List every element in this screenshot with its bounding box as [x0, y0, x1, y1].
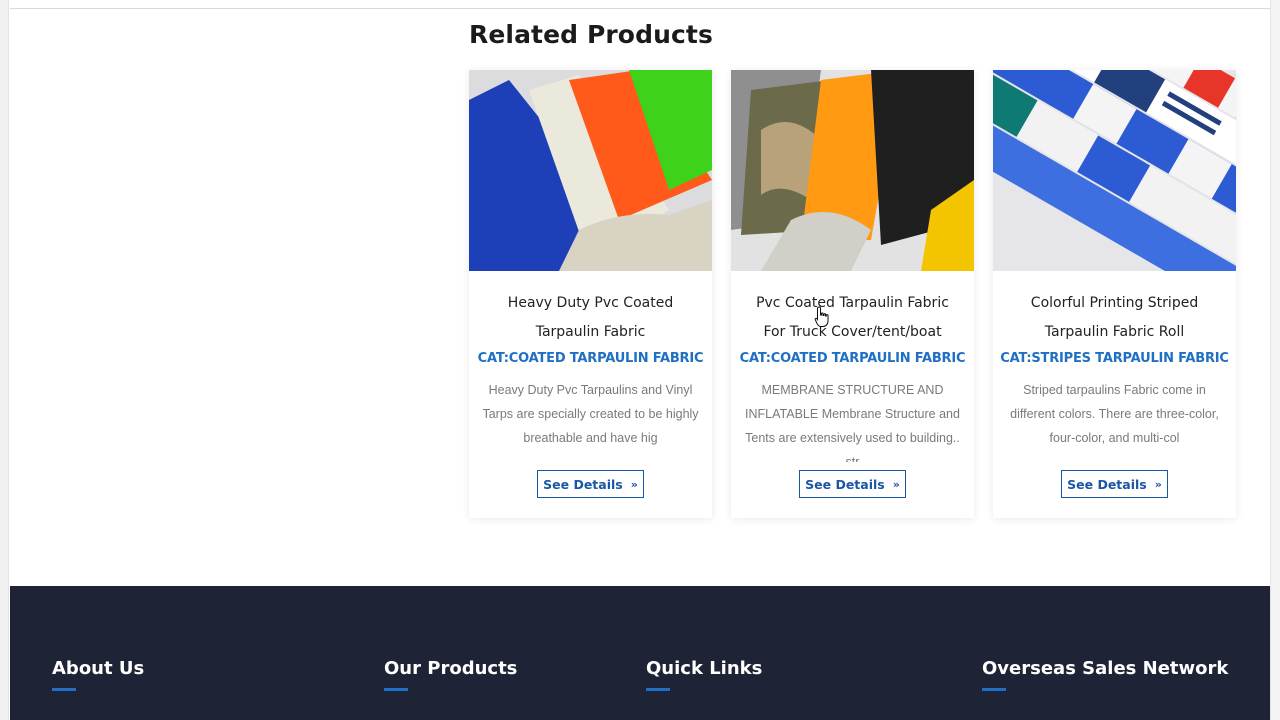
heading-underline [52, 688, 76, 691]
chevron-double-right-icon: » [630, 477, 638, 491]
see-details-label: See Details [1067, 476, 1147, 492]
product-title-line[interactable]: Tarpaulin Fabric [477, 318, 704, 347]
footer-column-products: Our Products [384, 658, 517, 691]
product-title-line[interactable]: Heavy Duty Pvc Coated [477, 289, 704, 318]
product-description: MEMBRANE STRUCTURE AND INFLATABLE Membra… [745, 383, 960, 462]
heading-underline [982, 688, 1006, 691]
page: Related Products Heavy Duty Pvc Coated T… [0, 0, 1280, 720]
product-title[interactable]: Pvc Coated Tarpaulin Fabric For Truck Co… [739, 289, 966, 346]
see-details-label: See Details [543, 476, 623, 492]
product-title-line[interactable]: For Truck Cover/tent/boat [739, 318, 966, 347]
footer-heading: Overseas Sales Network [982, 658, 1229, 679]
see-details-button[interactable]: See Details » [799, 470, 906, 498]
product-title-line[interactable]: Tarpaulin Fabric Roll [1001, 318, 1228, 347]
product-card[interactable]: Colorful Printing Striped Tarpaulin Fabr… [993, 70, 1236, 518]
product-image[interactable] [993, 70, 1236, 271]
product-description: Heavy Duty Pvc Tarpaulins and Vinyl Tarp… [482, 383, 699, 445]
heading-underline [384, 688, 408, 691]
product-image[interactable] [469, 70, 712, 271]
product-title-line[interactable]: Colorful Printing Striped [1001, 289, 1228, 318]
window-left-edge [0, 0, 9, 720]
see-details-label: See Details [805, 476, 885, 492]
see-details-button[interactable]: See Details » [1061, 470, 1168, 498]
product-image[interactable] [731, 70, 974, 271]
footer-column-about: About Us [52, 658, 144, 691]
chevron-double-right-icon: » [1154, 477, 1162, 491]
footer-heading: About Us [52, 658, 145, 679]
product-card[interactable]: Pvc Coated Tarpaulin Fabric For Truck Co… [731, 70, 974, 518]
heading-underline [646, 688, 670, 691]
footer-column-links: Quick Links [646, 658, 762, 691]
product-title-line[interactable]: Pvc Coated Tarpaulin Fabric [739, 289, 966, 318]
top-divider [10, 8, 1270, 9]
footer-heading: Quick Links [646, 658, 763, 679]
product-category[interactable]: CAT:COATED TARPAULIN FABRIC [731, 351, 974, 366]
see-details-button[interactable]: See Details » [537, 470, 644, 498]
product-title[interactable]: Colorful Printing Striped Tarpaulin Fabr… [1001, 289, 1228, 346]
product-title[interactable]: Heavy Duty Pvc Coated Tarpaulin Fabric [477, 289, 704, 346]
chevron-double-right-icon: » [892, 477, 900, 491]
product-category[interactable]: CAT:COATED TARPAULIN FABRIC [469, 351, 712, 366]
footer-column-network: Overseas Sales Network [982, 658, 1228, 691]
footer-heading: Our Products [384, 658, 518, 679]
related-products-heading: Related Products [469, 20, 713, 49]
scrollbar-track[interactable] [1270, 0, 1280, 720]
site-footer: About Us Our Products Quick Links Overse… [10, 586, 1270, 720]
product-card[interactable]: Heavy Duty Pvc Coated Tarpaulin Fabric C… [469, 70, 712, 518]
product-description: Striped tarpaulins Fabric come in differ… [1010, 383, 1219, 445]
product-category[interactable]: CAT:STRIPES TARPAULIN FABRIC [993, 351, 1236, 366]
hand-pointer-icon [814, 306, 829, 327]
